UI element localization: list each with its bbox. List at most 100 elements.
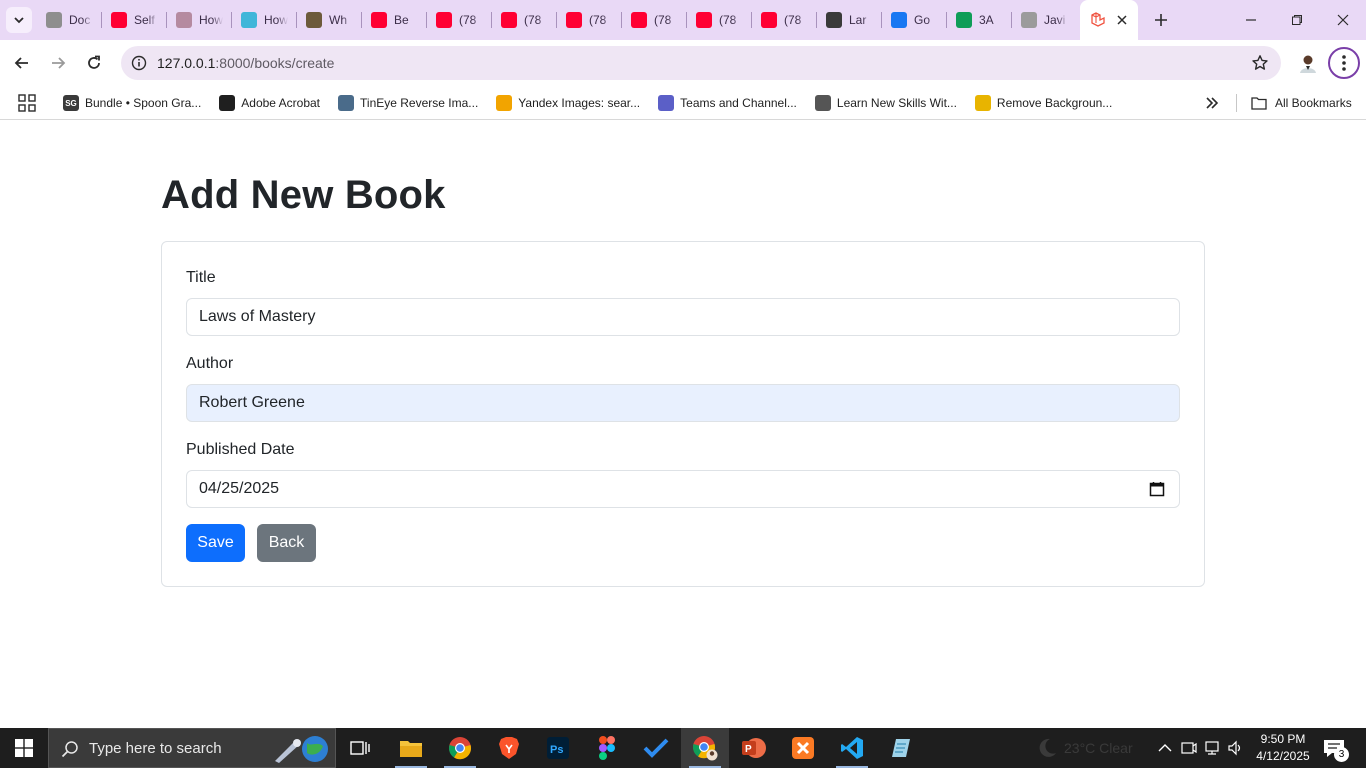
star-icon[interactable] (1251, 54, 1269, 72)
browser-tab[interactable]: Be (361, 0, 426, 40)
bookmark-item[interactable]: Remove Backgroun... (974, 95, 1112, 111)
svg-text:Ps: Ps (550, 744, 563, 756)
profile-avatar[interactable] (1296, 51, 1320, 75)
taskbar-vscode[interactable] (828, 728, 876, 768)
taskbar-chrome[interactable] (436, 728, 484, 768)
tineye-icon (338, 95, 355, 111)
xampp-icon (792, 737, 814, 759)
chrome-profile-icon (692, 736, 718, 761)
browser-tab[interactable]: (78 (621, 0, 686, 40)
checkmark-icon (643, 738, 669, 758)
browser-tab[interactable]: Lar (816, 0, 881, 40)
tab-search-button[interactable] (6, 7, 32, 33)
search-highlight-icon[interactable] (271, 733, 329, 765)
book-form-card: Title Laws of Mastery Author Robert Gree… (161, 241, 1205, 587)
tab-title: 3A (979, 13, 994, 27)
browser-tab[interactable]: Wh (296, 0, 361, 40)
tab-title: (78 (459, 13, 477, 27)
author-label: Author (186, 355, 234, 372)
browser-tab[interactable]: How (166, 0, 231, 40)
site-info-icon[interactable] (129, 53, 149, 73)
person-avatar-icon (1300, 55, 1316, 73)
notification-count-badge: 3 (1334, 747, 1349, 762)
double-chevron-right-icon (1206, 97, 1219, 109)
browser-tab[interactable]: (78 (426, 0, 491, 40)
apps-grid-icon[interactable] (18, 94, 36, 112)
forward-nav-button[interactable] (44, 49, 72, 77)
bookmark-item[interactable]: Teams and Channel... (658, 95, 797, 111)
taskbar-chrome-profile[interactable] (681, 728, 729, 768)
bookmark-item[interactable]: TinEye Reverse Ima... (338, 95, 478, 111)
author-input[interactable]: Robert Greene (186, 384, 1180, 422)
back-button[interactable]: Back (257, 524, 316, 562)
network-icon[interactable] (1204, 740, 1220, 756)
openai-icon (826, 12, 842, 28)
calendar-icon[interactable] (1149, 481, 1165, 497)
all-bookmarks-button[interactable]: All Bookmarks (1251, 86, 1352, 120)
url-text[interactable]: 127.0.0.1:8000/books/create (157, 55, 334, 71)
browser-menu-button[interactable] (1328, 47, 1360, 79)
youtube-icon (761, 12, 777, 28)
title-input[interactable]: Laws of Mastery (186, 298, 1180, 336)
new-tab-button[interactable] (1150, 9, 1172, 31)
system-clock[interactable]: 9:50 PM 4/12/2025 (1251, 731, 1315, 765)
browser-tab[interactable]: Javi (1011, 0, 1076, 40)
bookmark-item[interactable]: Learn New Skills Wit... (814, 95, 957, 111)
taskbar-xampp[interactable] (779, 728, 827, 768)
volume-icon[interactable] (1227, 740, 1243, 756)
bookmark-item[interactable]: SG Bundle • Spoon Gra... (63, 95, 201, 111)
moon-icon (1039, 738, 1056, 757)
published-date-input[interactable]: 04/25/2025 (186, 470, 1180, 508)
browser-tab[interactable]: (78 (556, 0, 621, 40)
youtube-icon (371, 12, 387, 28)
browser-tab[interactable]: 3A (946, 0, 1011, 40)
restore-button[interactable] (1274, 0, 1320, 40)
bookmark-item[interactable]: Yandex Images: sear... (496, 95, 640, 111)
taskbar-file-explorer[interactable] (387, 728, 435, 768)
tab-title: Lar (849, 13, 867, 27)
browser-tab-active[interactable] (1080, 0, 1138, 40)
weather-widget[interactable]: 23°C Clear (1036, 728, 1133, 768)
tab-title: How (264, 13, 288, 27)
browser-tab[interactable]: How (231, 0, 296, 40)
tab-title: (78 (654, 13, 672, 27)
taskbar-powerpoint[interactable]: P (730, 728, 778, 768)
save-button[interactable]: Save (186, 524, 245, 562)
arrow-left-icon (14, 57, 28, 69)
meet-now-icon[interactable] (1181, 740, 1197, 756)
minimize-button[interactable] (1228, 0, 1274, 40)
browser-tab[interactable]: Go (881, 0, 946, 40)
start-button[interactable] (0, 728, 48, 768)
taskbar-notes[interactable] (877, 728, 925, 768)
close-window-button[interactable] (1320, 0, 1366, 40)
tab-title: Be (394, 13, 409, 27)
taskbar-brave[interactable] (485, 728, 533, 768)
taskbar-todo[interactable] (632, 728, 680, 768)
taskbar-search-box[interactable]: Type here to search (48, 728, 336, 768)
browser-tab[interactable]: (78 (751, 0, 816, 40)
browser-tab[interactable]: Self (101, 0, 166, 40)
taskbar-figma[interactable] (583, 728, 631, 768)
youtube-icon (436, 12, 452, 28)
address-bar[interactable]: 127.0.0.1:8000/books/create (121, 46, 1281, 80)
t-icon (241, 12, 257, 28)
acrobat-icon (219, 95, 236, 111)
taskbar-photoshop[interactable]: Ps (534, 728, 582, 768)
tray-overflow-icon[interactable] (1157, 740, 1173, 756)
close-tab-icon[interactable] (1114, 12, 1130, 28)
github-icon (1021, 12, 1037, 28)
task-view-button[interactable] (336, 728, 384, 768)
url-host: 127.0.0.1 (157, 55, 216, 71)
tab-list: Doc Self How How Wh Be (78 (78 (78 (78 (78 (78 Lar Go… (36, 0, 1138, 40)
back-nav-button[interactable] (8, 49, 36, 77)
browser-tab[interactable]: (78 (491, 0, 556, 40)
more-bookmarks-button[interactable] (1203, 94, 1221, 112)
reload-button[interactable] (80, 49, 108, 77)
tab-title: Doc (69, 13, 91, 27)
removebg-icon (974, 95, 991, 111)
bookmark-item[interactable]: Adobe Acrobat (219, 95, 320, 111)
browser-tab[interactable]: (78 (686, 0, 751, 40)
windows-logo-icon (15, 739, 33, 757)
browser-tab[interactable]: Doc (36, 0, 101, 40)
tab-title: How (199, 13, 223, 27)
